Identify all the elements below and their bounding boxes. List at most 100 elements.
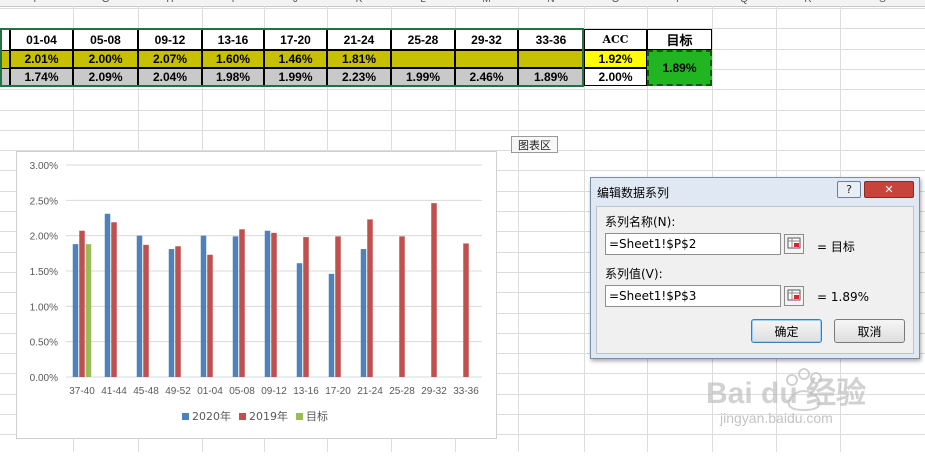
bar-2019年 [303, 237, 309, 377]
x-tick-label: 41-44 [101, 386, 127, 397]
legend-swatch [296, 413, 303, 420]
help-button[interactable]: ? [837, 181, 861, 198]
legend-label: 目标 [306, 409, 328, 423]
row-2019-cell[interactable]: 2.23% [327, 68, 391, 86]
x-tick-label: 09-12 [261, 386, 287, 397]
row-2019-cell[interactable]: 1.89% [518, 68, 584, 86]
bar-2020年 [200, 235, 207, 377]
bar-2019年 [431, 203, 437, 377]
column-header-l[interactable]: L [391, 0, 455, 6]
watermark-url: jingyan.baidu.com [720, 410, 833, 426]
column-header-h[interactable]: H [138, 0, 202, 6]
chart-plot-area: 0.00% 0.50% 1.00% 1.50% 2.00% 2.50% 3.00% 37-40… [30, 161, 482, 423]
row-2019-cell[interactable]: 2.09% [73, 68, 138, 86]
row-2020-cell[interactable]: 2.00% [73, 50, 138, 68]
bar-2019年 [207, 254, 213, 377]
column-header-k[interactable]: K [327, 0, 391, 6]
row-2020-cell[interactable] [391, 50, 455, 68]
row-2020-cell[interactable]: 1.46% [264, 50, 327, 68]
column-header-s[interactable]: S [840, 0, 925, 6]
row-2019-cell[interactable]: 1.99% [264, 68, 327, 86]
cancel-button[interactable]: 取消 [834, 319, 905, 343]
target-value-cell[interactable]: 1.89% [647, 50, 712, 86]
row-2020-cell[interactable]: 1.60% [202, 50, 264, 68]
collapse-values-ref-button[interactable] [784, 286, 804, 306]
grid-line [0, 130, 925, 131]
bar-2019年 [143, 244, 149, 377]
row-2019-cell[interactable]: 1.74% [10, 68, 73, 86]
bar-2019年 [367, 219, 373, 377]
close-icon: ✕ [884, 183, 894, 196]
column-header-m[interactable]: M [455, 0, 518, 6]
close-button[interactable]: ✕ [864, 181, 914, 198]
series-values-result: = 1.89% [817, 290, 869, 304]
header-cell[interactable]: 17-20 [264, 29, 327, 50]
x-tick-label: 45-48 [133, 386, 159, 397]
column-header-n[interactable]: N [518, 0, 584, 6]
legend-swatch [182, 413, 189, 420]
ok-button[interactable]: 确定 [751, 319, 822, 343]
range-select-icon [787, 289, 801, 301]
x-tick-label: 17-20 [325, 386, 351, 397]
column-header-r[interactable]: R [776, 0, 840, 6]
x-tick-label: 37-40 [69, 386, 95, 397]
bar-chart[interactable]: 0.00% 0.50% 1.00% 1.50% 2.00% 2.50% 3.00% 37-40… [16, 151, 497, 439]
header-cell[interactable]: 13-16 [202, 29, 264, 50]
target-header-cell[interactable]: 目标 [647, 29, 712, 50]
series-values-input[interactable]: =Sheet1!$P$3 [605, 285, 781, 307]
x-tick-label: 49-52 [165, 386, 191, 397]
row-2019-cell[interactable]: 1.98% [202, 68, 264, 86]
column-header-p[interactable]: P [647, 0, 712, 6]
x-tick-label: 05-08 [229, 386, 255, 397]
y-tick-label: 2.50% [30, 196, 58, 207]
row-2020-cell[interactable]: 1.81% [327, 50, 391, 68]
column-header-o[interactable]: O [584, 0, 647, 6]
column-header-j[interactable]: J [264, 0, 327, 6]
header-cell[interactable]: 09-12 [138, 29, 202, 50]
chart-area-tooltip: 图表区 [511, 136, 558, 153]
bar-2019年 [271, 232, 277, 377]
header-cell[interactable]: 21-24 [327, 29, 391, 50]
row-2020-cell[interactable] [455, 50, 518, 68]
bar-2019年 [175, 246, 181, 377]
row-2020-cell[interactable]: 2.07% [138, 50, 202, 68]
acc-2019-cell[interactable]: 2.00% [584, 68, 647, 86]
watermark-brand: Bai du 经验 [706, 377, 867, 410]
row-2020-cell[interactable]: 2.01% [10, 50, 73, 68]
dialog-body: 系列名称(N): =Sheet1!$P$2 = 目标 系列值(V): =Shee… [596, 206, 914, 354]
header-cell[interactable]: 05-08 [73, 29, 138, 50]
row-label-cell[interactable] [0, 29, 10, 50]
bar-2019年 [463, 243, 469, 377]
legend-label: 2019年 [249, 409, 288, 423]
x-tick-label: 21-24 [357, 386, 383, 397]
row-2019-cell[interactable]: 1.99% [391, 68, 455, 86]
collapse-name-ref-button[interactable] [784, 234, 804, 254]
column-header-f[interactable]: F [0, 0, 73, 6]
column-header-g[interactable]: G [73, 0, 138, 6]
acc-2020-cell[interactable]: 1.92% [584, 50, 647, 68]
bar-2019年 [239, 229, 245, 377]
x-tick-label: 33-36 [453, 386, 479, 397]
series-values-label: 系列值(V): [605, 267, 663, 281]
series-name-input[interactable]: =Sheet1!$P$2 [605, 233, 781, 255]
bar-2020年 [328, 273, 335, 377]
header-cell[interactable]: 25-28 [391, 29, 455, 50]
row-2019-cell[interactable]: 2.46% [455, 68, 518, 86]
series-name-label: 系列名称(N): [605, 215, 676, 229]
row-2020-cell[interactable] [518, 50, 584, 68]
row-2019-cell[interactable]: 2.04% [138, 68, 202, 86]
bar-2019年 [79, 230, 85, 377]
column-header-i[interactable]: I [202, 0, 264, 6]
header-cell[interactable]: 33-36 [518, 29, 584, 50]
bar-2019年 [399, 236, 405, 377]
row-label-cell[interactable] [0, 68, 10, 86]
edit-series-dialog[interactable]: 编辑数据系列 ? ✕ 系列名称(N): =Sheet1!$P$2 = 目标 系列… [590, 177, 920, 359]
acc-header-cell[interactable]: ACC [584, 29, 647, 50]
header-cell[interactable]: 29-32 [455, 29, 518, 50]
series-name-result: = 目标 [817, 240, 855, 254]
row-label-cell[interactable] [0, 50, 10, 68]
x-tick-label: 29-32 [421, 386, 447, 397]
header-cell[interactable]: 01-04 [10, 29, 73, 50]
column-header-q[interactable]: Q [712, 0, 776, 6]
x-tick-label: 01-04 [197, 386, 223, 397]
